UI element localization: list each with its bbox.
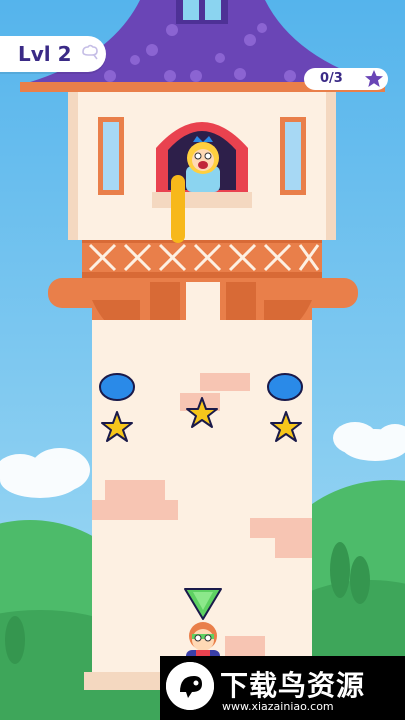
watermark-title: 下载鸟资源 xyxy=(220,669,366,702)
side-window-right xyxy=(280,117,306,195)
stars-counter-text: 0/3 xyxy=(320,71,343,86)
tower-corbel xyxy=(48,278,358,334)
hair-rope xyxy=(171,175,185,243)
balcony-railing xyxy=(82,238,322,278)
watermark-url: www.xiazainiao.com xyxy=(222,700,334,713)
purple-star-icon xyxy=(365,70,383,87)
blue-bubble-left xyxy=(99,373,135,401)
cloud-key-icon xyxy=(82,44,98,60)
level-label: Lvl 2 xyxy=(18,42,72,66)
side-window-left xyxy=(98,117,124,195)
game-scene xyxy=(0,0,405,720)
blue-bubble-right xyxy=(267,373,303,401)
bird-logo-icon xyxy=(166,662,214,710)
